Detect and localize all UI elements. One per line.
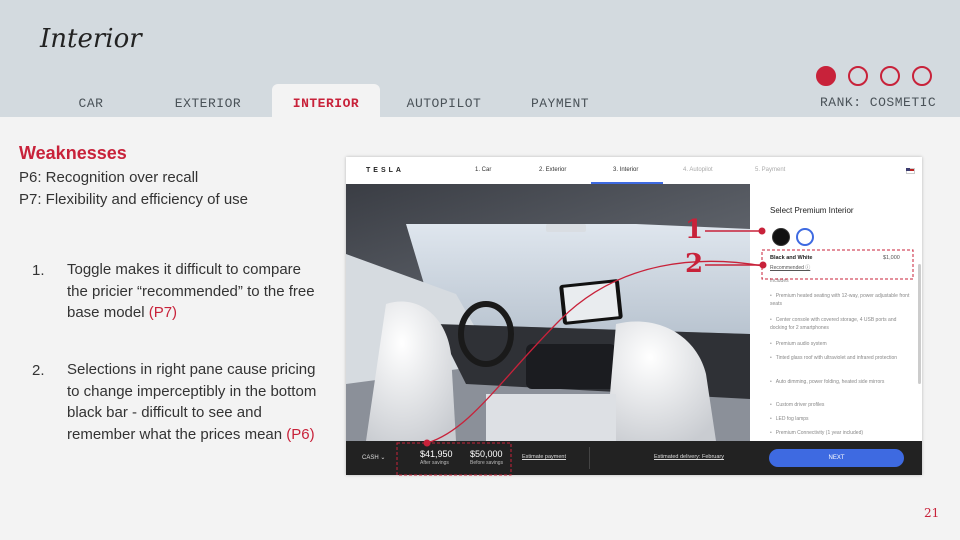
estimate-payment-link[interactable]: Estimate payment [522, 454, 566, 460]
principle-p6: P6: Recognition over recall [19, 169, 199, 186]
estimated-delivery-link[interactable]: Estimated delivery: February [654, 454, 724, 460]
rank-label: RANK: COSMETIC [820, 95, 937, 110]
weakness-item-2: Selections in right pane cause pricing t… [67, 359, 317, 445]
pane-scrollbar[interactable] [918, 264, 921, 384]
includes-label: Includes [770, 278, 789, 284]
black-interior-swatch[interactable] [772, 228, 790, 246]
bullet-icon: • [770, 416, 772, 422]
feature-item: • Tinted glass roof with ultraviolet and … [770, 354, 910, 362]
feature-text: Custom driver profiles [775, 402, 825, 408]
feature-item: • Custom driver profiles [770, 401, 910, 409]
principle-ref: (P7) [148, 304, 178, 321]
tab-exterior[interactable]: EXTERIOR [160, 84, 256, 117]
before-savings-price: $50,000 [470, 449, 503, 459]
slide-header: Interior CAR EXTERIOR INTERIOR AUTOPILOT… [0, 0, 960, 117]
feature-item: • Premium heated seating with 12-way, pow… [770, 292, 910, 308]
before-savings-label: Before savings [470, 460, 504, 466]
feature-text: Center console with covered storage, 4 U… [770, 317, 897, 331]
tab-payment[interactable]: PAYMENT [515, 84, 605, 117]
after-savings-label: After savings [420, 460, 449, 466]
flag-canton [906, 168, 910, 171]
feature-text: Tinted glass roof with ultraviolet and i… [775, 355, 898, 361]
weakness-text: Selections in right pane cause pricing t… [67, 361, 317, 443]
white-interior-swatch[interactable] [796, 228, 814, 246]
interior-options-pane: Select Premium Interior Black and White … [750, 184, 922, 441]
step-interior[interactable]: 3. Interior [613, 167, 638, 173]
configurator-nav: TESLA 1. Car 2. Exterior 3. Interior 4. … [346, 157, 922, 184]
option-name: Black and White [770, 255, 813, 261]
step-autopilot[interactable]: 4. Autopilot [683, 167, 713, 173]
feature-item: • Center console with covered storage, 4 … [770, 316, 910, 332]
progress-dot [912, 66, 932, 86]
bullet-icon: • [770, 402, 772, 408]
next-button[interactable]: NEXT [769, 449, 904, 467]
tab-interior[interactable]: INTERIOR [272, 84, 380, 117]
principle-p7: P7: Flexibility and efficiency of use [19, 191, 249, 208]
feature-text: Premium heated seating with 12-way, powe… [770, 293, 910, 307]
progress-dots [816, 66, 936, 86]
bullet-icon: • [770, 317, 772, 323]
feature-text: LED fog lamps [775, 416, 809, 422]
tab-car[interactable]: CAR [60, 84, 122, 117]
feature-item: • Premium Connectivity (1 year included) [770, 429, 910, 437]
feature-text: Premium Connectivity (1 year included) [775, 430, 864, 436]
principle-ref: (P6) [286, 425, 315, 443]
step-car[interactable]: 1. Car [475, 167, 491, 173]
annotation-number-2: 2 [685, 249, 704, 279]
bullet-icon: • [770, 355, 772, 361]
option-price: $1,000 [883, 255, 900, 261]
bullet-icon: • [770, 379, 772, 385]
bullet-icon: • [770, 293, 772, 299]
tesla-logo: TESLA [366, 167, 404, 174]
feature-item: • LED fog lamps [770, 415, 910, 423]
step-exterior[interactable]: 2. Exterior [539, 167, 566, 173]
feature-item: • Auto dimming, power folding, heated sid… [770, 378, 910, 386]
tab-bar: CAR EXTERIOR INTERIOR AUTOPILOT PAYMENT [0, 84, 700, 117]
item-number: 1. [32, 262, 45, 279]
slide-title: Interior [40, 24, 142, 54]
progress-dot [880, 66, 900, 86]
bullet-icon: • [770, 430, 772, 436]
item-number: 2. [32, 362, 45, 379]
divider [589, 447, 590, 469]
after-savings-price: $41,950 [420, 449, 453, 459]
weakness-item-1: Toggle makes it difficult to compare the… [67, 259, 317, 324]
bullet-icon: • [770, 341, 772, 347]
page-number: 21 [924, 506, 940, 520]
weakness-text: Toggle makes it difficult to compare the… [67, 261, 315, 321]
feature-item: • Premium audio system [770, 340, 910, 348]
annotation-number-1: 1 [685, 215, 704, 245]
configurator-screenshot: TESLA 1. Car 2. Exterior 3. Interior 4. … [346, 157, 922, 475]
tab-autopilot[interactable]: AUTOPILOT [396, 84, 492, 117]
progress-dot [816, 66, 836, 86]
feature-text: Auto dimming, power folding, heated side… [775, 379, 885, 385]
progress-dot [848, 66, 868, 86]
price-bottom-bar: CASH ⌄ $41,950 After savings $50,000 Bef… [346, 441, 922, 475]
recommended-link[interactable]: Recommended ⓘ [770, 264, 810, 271]
weaknesses-heading: Weaknesses [19, 143, 127, 163]
step-payment[interactable]: 5. Payment [755, 167, 785, 173]
pane-title: Select Premium Interior [770, 206, 854, 215]
feature-text: Premium audio system [775, 341, 827, 347]
cash-dropdown[interactable]: CASH ⌄ [362, 454, 385, 461]
